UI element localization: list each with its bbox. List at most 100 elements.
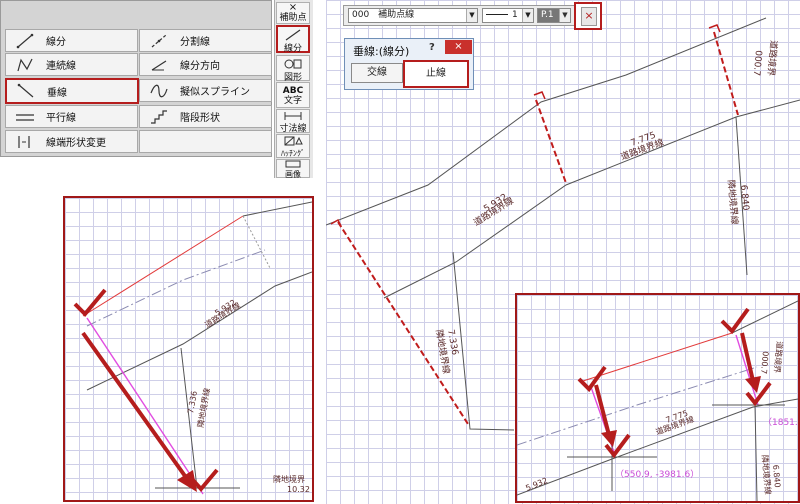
check-mark	[73, 288, 107, 317]
neighbor-line	[180, 347, 198, 489]
menu-item-empty	[139, 130, 272, 153]
cross-line-label: 交線	[367, 67, 387, 78]
line-tool-button[interactable]: 線分	[276, 25, 310, 54]
right-angle-mark-3	[708, 24, 721, 33]
image-tool-label: 画像	[285, 170, 301, 179]
length-label-1032: 10.32	[287, 485, 310, 494]
detail-panel-right: 7.775 道路境界線 5.932 隣地境界線 6.840 000.7 道路境界…	[515, 293, 800, 503]
arrow-head-1	[601, 430, 617, 447]
layer-dropdown[interactable]: 000 補助点線 ▼	[348, 8, 478, 23]
menu-item-line-direction[interactable]: 線分方向	[139, 53, 272, 76]
perpendicular-line-3	[713, 31, 739, 116]
menu-item-line-end[interactable]: 線端形状変更	[5, 130, 138, 153]
line-style-icon	[486, 14, 508, 15]
arrow-line-1	[594, 384, 611, 436]
red-boundary-line	[82, 215, 244, 317]
menu-item-spline[interactable]: 擬似スプライン	[139, 79, 272, 102]
hatching-tool-button[interactable]: ﾊｯﾁﾝｸﾞ	[276, 134, 310, 158]
dimension-icon	[284, 112, 302, 120]
neighbor-boundary-line	[452, 251, 515, 431]
detail-left-svg: 5.932 道路境界線 7.336 隣地境界線 隣地境界 10.32	[73, 201, 312, 495]
line-width-dropdown[interactable]: 1 ▼	[482, 8, 534, 23]
line-segment-icon	[16, 33, 34, 48]
line-direction-icon	[151, 59, 167, 71]
chevron-down-icon[interactable]: ▼	[522, 9, 533, 22]
close-icon: ×	[454, 41, 463, 52]
line-tool-menu: 線分 分割線 連続線 線分方向 垂線 擬似スプライン 平行線 階段形状 線端形状…	[0, 0, 272, 157]
perpendicular-line-1	[337, 221, 469, 425]
image-icon	[285, 160, 301, 168]
help-button[interactable]: ?	[429, 42, 435, 53]
detail-right-svg: 7.775 道路境界線 5.932 隣地境界線 6.840 000.7 道路境界…	[517, 300, 798, 501]
neighbor-label-short: 隣地境界	[273, 474, 305, 484]
perpendicular-line-2	[535, 99, 567, 184]
coordinate-readout-b: （1851.	[763, 417, 798, 428]
neighbor-label: 隣地境界線	[760, 454, 773, 495]
detail-panel-left: 5.932 道路境界線 7.336 隣地境界線 隣地境界 10.32	[63, 196, 314, 502]
length-label-6840: 6.840	[738, 184, 750, 211]
stairs-icon	[151, 109, 167, 124]
line-property-toolbar: 000 補助点線 ▼ 1 ▼ P.1 ▼	[343, 5, 601, 26]
layer-value: 000 補助点線	[352, 10, 415, 20]
cancel-command-button[interactable]: ×	[574, 2, 602, 30]
neighbor-line	[754, 404, 758, 501]
thin-dotted-line	[242, 215, 271, 269]
boundary-line-lower	[86, 271, 312, 391]
cross-line-button[interactable]: 交線	[351, 63, 403, 83]
check-mark	[720, 307, 750, 335]
menu-item-label: 線分方向	[180, 61, 220, 72]
close-icon: ×	[581, 7, 597, 26]
menu-item-divide-line[interactable]: 分割線	[139, 29, 272, 52]
dialog-title: 垂線:(線分)	[353, 45, 410, 58]
menu-item-perpendicular[interactable]: 垂線	[5, 78, 139, 104]
menu-item-label: 線分	[46, 37, 66, 48]
menu-item-label: 線端形状変更	[46, 138, 106, 149]
text-tool-label: 文字	[283, 96, 302, 106]
coordinate-readout-a: （550.9, -3981.6）	[615, 469, 699, 480]
polyline-icon	[17, 58, 33, 71]
figure-tool-button[interactable]: 図形	[276, 55, 310, 83]
dash-dot-line	[517, 366, 758, 446]
image-tool-button[interactable]: 画像	[276, 159, 310, 179]
menu-item-stairs[interactable]: 階段形状	[139, 105, 272, 128]
dialog-close-button[interactable]: ×	[445, 40, 472, 54]
length-label-6840: 6.840	[771, 464, 782, 488]
menu-item-label: 分割線	[180, 37, 210, 48]
right-angle-mark-2	[533, 91, 546, 100]
divide-line-icon	[151, 34, 167, 47]
perpendicular-icon	[17, 83, 34, 98]
stop-line-label: 止線	[426, 68, 446, 79]
pen-value: P.1	[541, 10, 554, 20]
menu-item-parallel-line[interactable]: 平行線	[5, 105, 138, 128]
parallel-line-icon	[16, 113, 34, 121]
dimension-tool-button[interactable]: 寸法線	[276, 109, 310, 134]
shape-icon	[284, 59, 302, 69]
aux-point-tool[interactable]: × 補助点	[276, 2, 310, 24]
road-label-top: 道路境界	[765, 40, 780, 77]
hatching-icon	[284, 136, 303, 146]
length-label-top: 000.7	[751, 50, 763, 77]
text-tool-button[interactable]: ABC 文字	[276, 82, 310, 108]
length-label-7336: 7.336	[186, 390, 199, 414]
menu-item-label: 平行線	[46, 113, 76, 124]
chevron-down-icon[interactable]: ▼	[466, 9, 477, 22]
tool-palette: × 補助点 線分 図形 ABC 文字 寸法線 ﾊｯﾁﾝｸﾞ 画像	[274, 0, 313, 179]
spline-icon	[150, 84, 168, 97]
line-icon	[285, 29, 301, 41]
stop-line-button[interactable]: 止線	[403, 60, 469, 88]
magenta-perpendicular	[86, 317, 204, 495]
abc-label: ABC	[282, 86, 304, 96]
menu-item-line-segment[interactable]: 線分	[5, 29, 138, 52]
menu-item-label: 擬似スプライン	[180, 87, 250, 98]
boundary-line-upper	[242, 201, 312, 217]
hatching-tool-label: ﾊｯﾁﾝｸﾞ	[281, 149, 305, 158]
length-label-5932: 5.932	[524, 476, 549, 493]
dimension-tool-label: 寸法線	[279, 124, 307, 134]
chevron-down-icon[interactable]: ▼	[559, 9, 570, 22]
pen-dropdown[interactable]: P.1 ▼	[537, 8, 571, 23]
perpendicular-dialog: 垂線:(線分) ? × 交線 止線	[344, 38, 474, 90]
close-icon: ×	[288, 2, 298, 13]
menu-item-label: 階段形状	[180, 113, 220, 124]
line-end-icon	[18, 135, 30, 148]
menu-item-polyline[interactable]: 連続線	[5, 53, 138, 76]
